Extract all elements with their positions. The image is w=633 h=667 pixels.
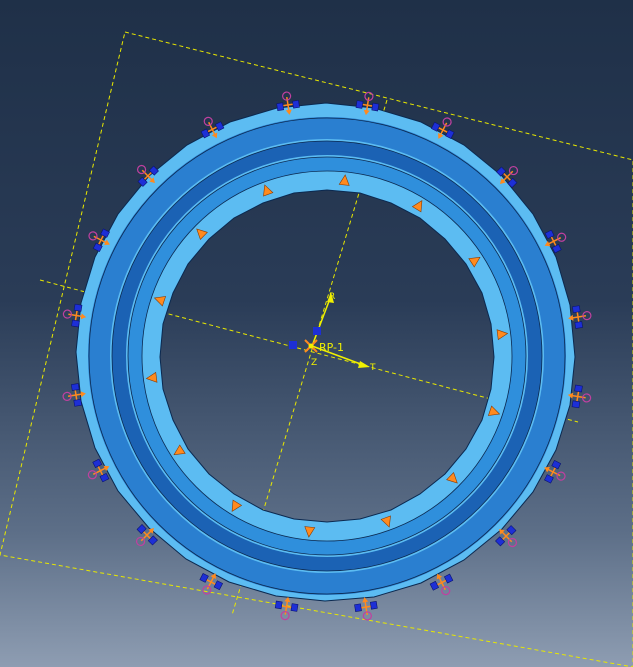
reference-point-label: RP-1 xyxy=(319,341,344,354)
csys-r-axis xyxy=(311,295,332,347)
rp-constraint-left xyxy=(289,341,297,349)
boundary-condition-icon[interactable] xyxy=(274,595,299,621)
reference-point xyxy=(308,343,314,349)
abaqus-viewport[interactable]: R T Z RP-1 xyxy=(0,0,633,667)
model-canvas[interactable]: R T Z RP-1 xyxy=(0,0,633,667)
csys-r-label: R xyxy=(329,292,335,302)
csys-t-label: T xyxy=(369,363,376,373)
csys-z-label: Z xyxy=(311,358,317,368)
rp-constraint-top xyxy=(313,327,321,335)
boundary-condition-icon[interactable] xyxy=(354,595,379,621)
reference-point-csys[interactable]: R T Z RP-1 xyxy=(289,292,376,373)
csys-t-arrowhead xyxy=(358,361,370,368)
